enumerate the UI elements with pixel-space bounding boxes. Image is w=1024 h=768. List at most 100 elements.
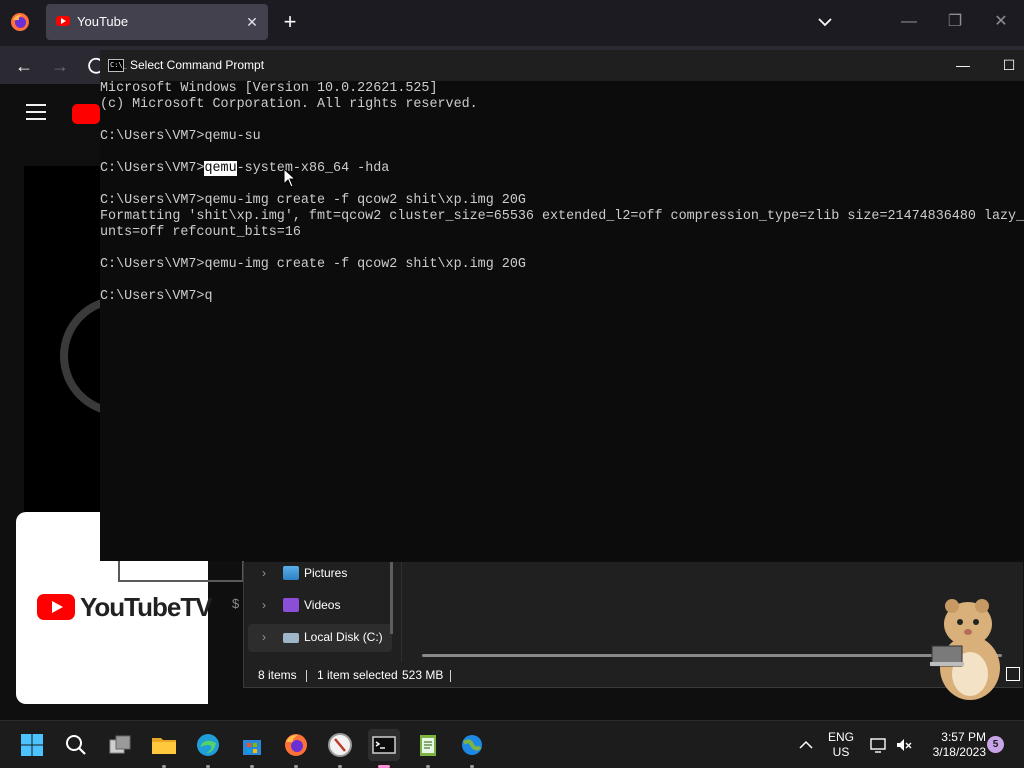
nav-item-label: Videos: [304, 598, 341, 612]
terminal-icon: [372, 736, 396, 754]
text-selection[interactable]: qemu: [204, 161, 237, 176]
browser-close-button[interactable]: ✕: [986, 8, 1016, 36]
forward-button[interactable]: →: [48, 54, 72, 78]
search-button[interactable]: [60, 729, 92, 761]
status-bar: 8 items 1 item selected 523 MB: [244, 668, 1024, 688]
console-line: (c) Microsoft Corporation. All rights re…: [100, 97, 478, 112]
console-line-with-selection: C:\Users\VM7>qemu-system-x86_64 -hda: [100, 161, 1024, 177]
youtube-logo-icon[interactable]: [72, 104, 100, 124]
firefox-menu-icon[interactable]: [10, 12, 30, 32]
desktop-pet-hamster[interactable]: [926, 594, 1008, 702]
firefox-app[interactable]: [280, 729, 312, 768]
search-icon: [66, 735, 86, 755]
youtube-tv-logo-text: YouTubeTV: [80, 592, 213, 622]
browser-restore-button[interactable]: ❐: [940, 8, 970, 36]
youtube-play-icon: [37, 594, 75, 620]
terminal-app[interactable]: [368, 729, 400, 768]
console-input-line[interactable]: C:\Users\VM7>q: [100, 289, 1024, 305]
edge-app[interactable]: [192, 729, 224, 768]
store-app[interactable]: [236, 729, 268, 768]
chevron-right-icon[interactable]: ›: [262, 630, 266, 644]
pictures-folder-icon: [283, 566, 299, 580]
selection-count: 1 item selected: [317, 668, 398, 682]
language-code: ENG: [827, 730, 854, 744]
status-divider: [450, 670, 451, 682]
tool-app[interactable]: [324, 729, 356, 768]
network-icon[interactable]: [868, 735, 888, 755]
loading-spinner-icon: [60, 296, 104, 416]
youtube-menu-icon[interactable]: [26, 104, 46, 120]
console-line: C:\Users\VM7>qemu-su: [100, 129, 261, 144]
notification-badge[interactable]: 5: [987, 736, 1004, 753]
clock-time: 3:57 PM: [941, 730, 986, 744]
chevron-right-icon[interactable]: ›: [262, 598, 266, 612]
edge-icon: [197, 734, 219, 756]
cmd-console-output[interactable]: Microsoft Windows [Version 10.0.22621.52…: [100, 81, 1024, 561]
mouse-pointer-icon: [283, 168, 297, 188]
console-line: Formatting 'shit\xp.img', fmt=qcow2 clus…: [100, 209, 1024, 224]
firefox-icon: [285, 734, 307, 756]
back-button[interactable]: ←: [12, 54, 36, 78]
console-line: C:\Users\VM7>qemu-img create -f qcow2 sh…: [100, 193, 526, 208]
folder-icon: [152, 738, 176, 754]
region-code: US: [832, 745, 850, 759]
tiles-view-button[interactable]: [1006, 667, 1020, 681]
pane-separator: [401, 562, 402, 662]
command-prompt-window[interactable]: Select Command Prompt — ☐ Microsoft Wind…: [100, 50, 1024, 561]
browser-tab-strip: YouTube ✕ + — ❐ ✕: [0, 0, 1024, 46]
nav-pane-scrollbar[interactable]: [390, 562, 393, 634]
status-divider: [306, 670, 307, 682]
clock-date: 3/18/2023: [932, 745, 986, 759]
file-explorer-app[interactable]: [148, 729, 180, 768]
youtube-favicon-icon: [56, 16, 70, 26]
input-language-indicator[interactable]: ENG US: [826, 730, 856, 760]
cmd-minimize-button[interactable]: —: [950, 52, 976, 78]
file-explorer-window: › Pictures › Videos › Local Disk (C:) 8 …: [243, 562, 1023, 688]
store-icon: [243, 740, 261, 755]
selection-prefix: C:\Users\VM7>: [100, 161, 205, 176]
nav-item-local-disk[interactable]: › Local Disk (C:): [248, 624, 392, 652]
tab-youtube[interactable]: YouTube ✕: [46, 4, 268, 40]
chevron-right-icon[interactable]: ›: [262, 566, 266, 580]
cmd-title-bar[interactable]: Select Command Prompt — ☐: [100, 50, 1024, 81]
nav-item-videos[interactable]: › Videos: [248, 592, 392, 620]
video-player[interactable]: [24, 166, 104, 516]
globe-app[interactable]: [456, 729, 488, 768]
list-all-tabs-chevron-icon[interactable]: [815, 12, 835, 32]
browser-minimize-button[interactable]: —: [894, 8, 924, 36]
notepad-app[interactable]: [412, 729, 444, 768]
start-button[interactable]: [16, 729, 48, 761]
task-view-icon: [109, 735, 131, 754]
taskbar: ENG US 3:57 PM 3/18/2023 5: [0, 720, 1024, 768]
task-view-button[interactable]: [104, 729, 136, 761]
local-disk-icon: [283, 633, 299, 643]
nav-item-label: Pictures: [304, 566, 348, 580]
system-clock[interactable]: 3:57 PM 3/18/2023: [918, 730, 986, 760]
selection-size: 523 MB: [402, 668, 444, 682]
tab-close-icon[interactable]: ✕: [242, 12, 262, 32]
new-tab-button[interactable]: +: [278, 10, 302, 34]
notepad-icon: [420, 735, 436, 756]
cmd-maximize-button[interactable]: ☐: [996, 52, 1022, 78]
youtube-tv-logo: YouTubeTV: [37, 592, 213, 622]
horizontal-scrollbar[interactable]: [422, 654, 1002, 657]
nav-item-label: Local Disk (C:): [304, 630, 383, 644]
partial-price-text: $: [232, 596, 240, 611]
show-hidden-icons-chevron-icon[interactable]: [798, 737, 814, 753]
selection-suffix: -system-x86_64 -hda: [236, 161, 390, 176]
items-count: 8 items: [258, 668, 297, 682]
cmd-app-icon[interactable]: [108, 59, 127, 72]
tab-title: YouTube: [77, 14, 129, 29]
console-line: C:\Users\VM7>qemu-img create -f qcow2 sh…: [100, 257, 526, 272]
background-frame: [118, 560, 244, 582]
windows-logo-icon: [21, 734, 43, 756]
volume-muted-icon[interactable]: [894, 735, 914, 755]
videos-folder-icon: [283, 598, 299, 612]
console-line: Microsoft Windows [Version 10.0.22621.52…: [100, 81, 438, 96]
nav-item-pictures[interactable]: › Pictures: [248, 560, 392, 588]
